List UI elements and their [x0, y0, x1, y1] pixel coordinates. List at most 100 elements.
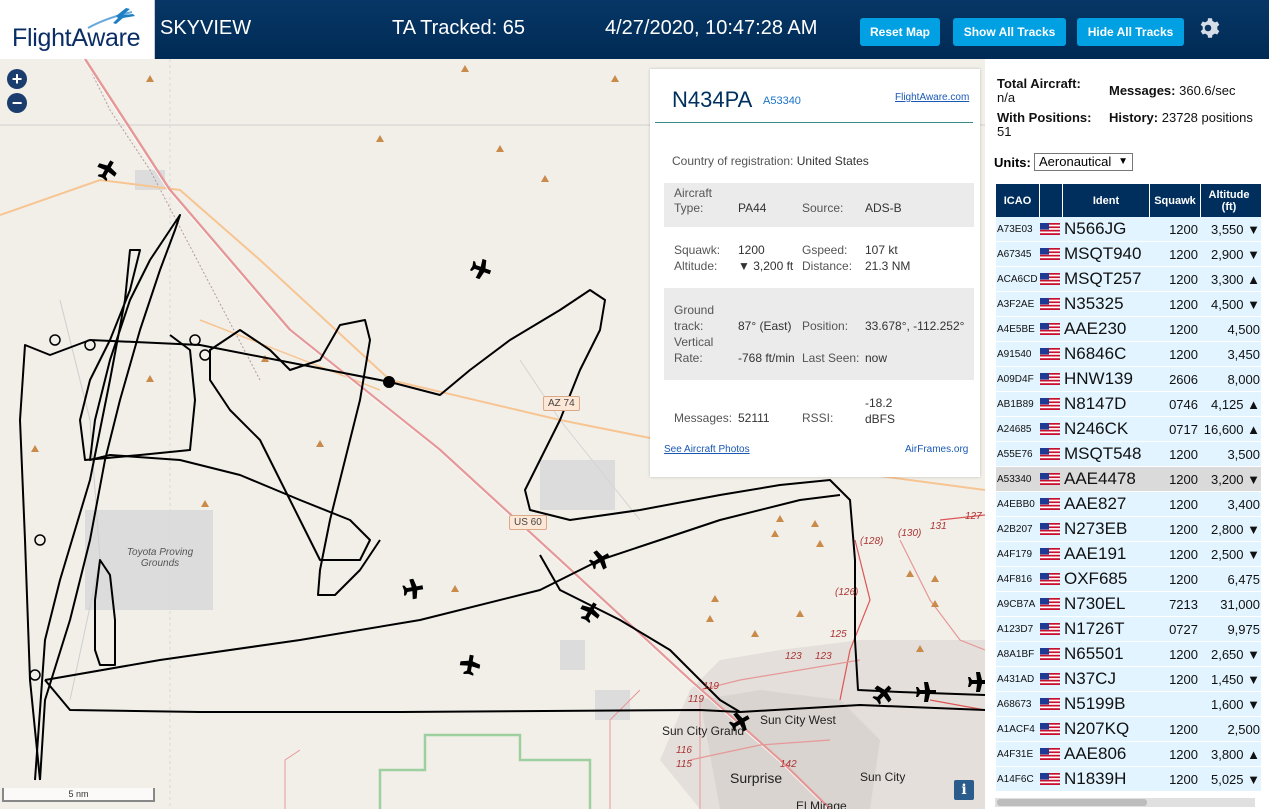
history-value: 23728 positions: [1161, 110, 1253, 125]
table-row[interactable]: A4F816 OXF685 1200 6,475: [996, 567, 1261, 592]
altitude-label: Altitude:: [674, 259, 718, 273]
scale-bar: 5 nm: [2, 788, 155, 802]
table-row[interactable]: A67345 MSQT940 1200 2,900 ▼: [996, 242, 1261, 267]
road-number: 127: [965, 511, 982, 522]
zoom-in-button[interactable]: +: [7, 69, 27, 89]
row-squawk: 1200: [1169, 521, 1198, 537]
total-aircraft-stat: Total Aircraft: n/a: [997, 77, 1107, 105]
vertical-rate-value: -768 ft/min: [738, 351, 795, 365]
row-altitude: 9,975: [1227, 621, 1260, 637]
row-icao: A123D7: [997, 623, 1034, 635]
row-altitude: 5,025 ▼: [1210, 771, 1260, 787]
row-squawk: 1200: [1169, 446, 1198, 462]
table-row[interactable]: A68673 N5199B 1,600 ▼: [996, 692, 1261, 717]
table-row[interactable]: A14F6C N1839H 1200 5,025 ▼: [996, 767, 1261, 792]
row-ident: N273EB: [1064, 519, 1128, 538]
table-row[interactable]: A123D7 N1726T 0727 9,975: [996, 617, 1261, 642]
aircraft-icao[interactable]: A53340: [763, 95, 801, 107]
us-flag-icon: [1040, 242, 1062, 266]
table-row[interactable]: A09D4F HNW139 2606 8,000: [996, 367, 1261, 392]
row-icao: A4F31E: [997, 748, 1034, 760]
table-row[interactable]: A4EBB0 AAE827 1200 3,400: [996, 492, 1261, 517]
row-squawk: 1200: [1169, 771, 1198, 787]
flightaware-link[interactable]: FlightAware.com: [895, 92, 969, 103]
flag-column-header[interactable]: [1040, 184, 1063, 217]
row-ident: HNW139: [1064, 369, 1133, 388]
icao-column-header[interactable]: ICAO: [996, 184, 1040, 217]
us-flag-icon: [1040, 317, 1062, 341]
flightaware-logo[interactable]: FlightAware: [0, 0, 155, 59]
us-flag-icon: [1040, 292, 1062, 316]
ident-column-header[interactable]: Ident: [1063, 184, 1150, 217]
row-squawk: 0746: [1169, 396, 1198, 412]
el-mirage-label: El Mirage: [796, 799, 847, 809]
show-all-tracks-button[interactable]: Show All Tracks: [953, 18, 1066, 46]
info-icon[interactable]: i: [954, 780, 974, 800]
us-flag-icon: [1040, 617, 1062, 641]
table-row[interactable]: A4F179 AAE191 1200 2,500 ▼: [996, 542, 1261, 567]
country-value: United States: [796, 154, 869, 168]
table-row[interactable]: A4E5BE AAE230 1200 4,500: [996, 317, 1261, 342]
row-ident: OXF685: [1064, 569, 1128, 588]
row-ident: MSQT257: [1064, 269, 1142, 288]
country-row: Country of registration: United States: [672, 154, 869, 168]
table-row[interactable]: A8A1BF N65501 1200 2,650 ▼: [996, 642, 1261, 667]
table-row[interactable]: A55E76 MSQT548 1200 3,500: [996, 442, 1261, 467]
table-row[interactable]: A9CB7A N730EL 7213 31,000: [996, 592, 1261, 617]
table-row[interactable]: ACA6CD MSQT257 1200 3,300 ▲: [996, 267, 1261, 292]
us-flag-icon: [1040, 217, 1062, 241]
table-row[interactable]: A3F2AE N35325 1200 4,500 ▼: [996, 292, 1261, 317]
row-altitude: 3,550 ▼: [1210, 221, 1260, 237]
table-row[interactable]: A431AD N37CJ 1200 1,450 ▼: [996, 667, 1261, 692]
table-row[interactable]: A73E03 N566JG 1200 3,550 ▼: [996, 217, 1261, 242]
zoom-out-button[interactable]: −: [7, 93, 27, 113]
row-ident: N8147D: [1064, 394, 1127, 413]
row-icao: A4E5BE: [997, 323, 1035, 335]
aircraft-photos-link[interactable]: See Aircraft Photos: [664, 444, 750, 455]
row-icao: AB1B89: [997, 398, 1034, 410]
reset-map-button[interactable]: Reset Map: [860, 18, 940, 46]
altitude-column-header[interactable]: Altitude (ft): [1201, 184, 1257, 217]
position-value: 33.678°, -112.252°: [865, 319, 965, 333]
row-squawk: 1200: [1169, 221, 1198, 237]
row-altitude: 2,500: [1227, 721, 1260, 737]
aircraft-icon: [402, 578, 424, 600]
table-row[interactable]: A2B207 N273EB 1200 2,800 ▼: [996, 517, 1261, 542]
row-ident: N566JG: [1064, 219, 1127, 238]
hide-all-tracks-button[interactable]: Hide All Tracks: [1077, 18, 1184, 46]
gear-icon[interactable]: [1196, 16, 1220, 40]
units-select[interactable]: Aeronautical ▼: [1034, 153, 1133, 171]
vertical-rate-label: Vertical Rate:: [674, 335, 714, 365]
altitude-value: ▼ 3,200 ft: [738, 259, 794, 273]
table-row[interactable]: A24685 N246CK 0717 16,600 ▲: [996, 417, 1261, 442]
row-icao: A91540: [997, 348, 1032, 360]
row-ident: N1839H: [1064, 769, 1127, 788]
airframes-link[interactable]: AirFrames.org: [905, 444, 968, 455]
ground-track-box: Ground track: 87° (East) Position: 33.67…: [664, 288, 974, 380]
table-row[interactable]: AB1B89 N8147D 0746 4,125 ▲: [996, 392, 1261, 417]
row-ident: N5199B: [1064, 694, 1126, 713]
row-squawk: 1200: [1169, 321, 1198, 337]
table-row[interactable]: A53340 AAE4478 1200 3,200 ▼: [996, 467, 1261, 492]
row-ident: N730EL: [1064, 594, 1126, 613]
scrollbar-thumb[interactable]: [997, 799, 1147, 806]
aircraft-type-value: PA44: [738, 201, 767, 215]
row-squawk: 1200: [1169, 296, 1198, 312]
table-body: A73E03 N566JG 1200 3,550 ▼ A67345 MSQT940 1200…: [996, 217, 1261, 792]
last-seen-value: now: [865, 351, 888, 365]
table-row[interactable]: A1ACF4 N207KQ 1200 2,500: [996, 717, 1261, 742]
row-icao: A431AD: [997, 673, 1035, 685]
with-positions-value: 51: [997, 124, 1012, 139]
us-flag-icon: [1040, 342, 1062, 366]
table-row[interactable]: A91540 N6846C 1200 3,450: [996, 342, 1261, 367]
aircraft-icon: [97, 160, 117, 182]
table-header: ICAO Ident Squawk Altitude (ft): [996, 184, 1261, 217]
table-row[interactable]: A4F31E AAE806 1200 3,800 ▲: [996, 742, 1261, 767]
horizontal-scrollbar[interactable]: [995, 798, 1255, 807]
row-icao: A24685: [997, 423, 1032, 435]
aircraft-table: ICAO Ident Squawk Altitude (ft) A73E03 N5…: [996, 184, 1261, 792]
squawk-column-header[interactable]: Squawk: [1150, 184, 1201, 217]
us-flag-icon: [1040, 542, 1062, 566]
row-altitude: 4,500: [1227, 321, 1260, 337]
aircraft-list-panel: Total Aircraft: n/a Messages: 360.6/sec …: [985, 59, 1269, 809]
